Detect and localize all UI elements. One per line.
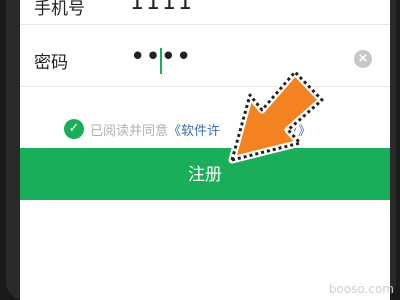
- password-label: 密码: [34, 53, 68, 73]
- checkbox-checked-icon[interactable]: ✓: [64, 119, 84, 139]
- app-screen: 手机号 1111 密码 •••• × ✓ 已阅读并同意 《软件许 协议》 注册: [20, 0, 390, 300]
- password-field-row[interactable]: 密码 •••• ×: [20, 28, 390, 87]
- phone-frame: 手机号 1111 密码 •••• × ✓ 已阅读并同意 《软件许 协议》 注册: [6, 0, 396, 300]
- agreement-row: ✓ 已阅读并同意 《软件许 协议》: [64, 118, 311, 140]
- agreement-text: 已阅读并同意: [90, 123, 169, 139]
- watermark-text: booso.com: [328, 282, 394, 296]
- agreement-link[interactable]: 《软件许: [168, 120, 220, 139]
- phone-field-row[interactable]: 手机号 1111: [20, 0, 390, 25]
- phone-label: 手机号: [34, 0, 85, 19]
- phone-input[interactable]: 1111: [130, 0, 194, 15]
- agreement-link-end[interactable]: 协议》: [272, 120, 311, 139]
- text-caret: [160, 48, 162, 74]
- register-button[interactable]: 注册: [20, 148, 390, 200]
- clear-icon[interactable]: ×: [354, 50, 372, 68]
